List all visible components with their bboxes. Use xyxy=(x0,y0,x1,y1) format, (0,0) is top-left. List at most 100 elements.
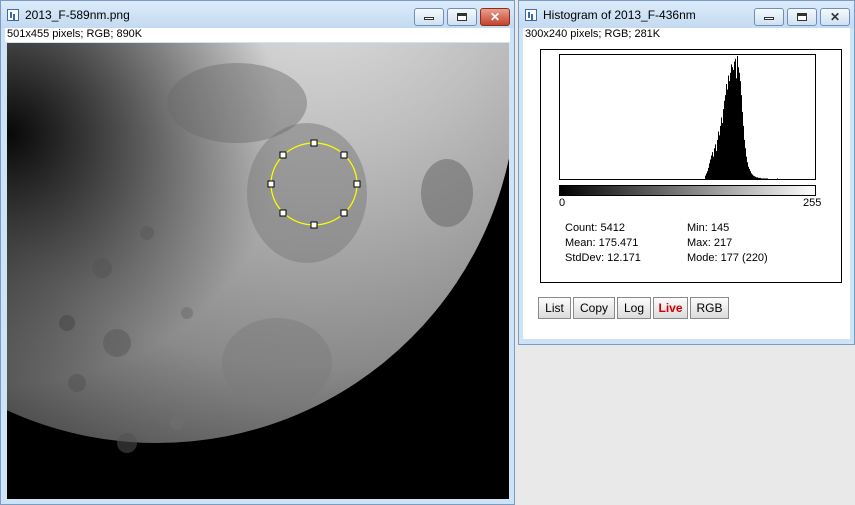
histogram-bar xyxy=(733,69,734,179)
stat-count: Count: 5412 xyxy=(565,222,625,234)
image-window-title: 2013_F-589nm.png xyxy=(25,8,130,22)
histogram-bar xyxy=(728,75,729,179)
histogram-bar xyxy=(764,178,765,179)
stat-mode: Mode: 177 (220) xyxy=(687,252,768,264)
histogram-bar xyxy=(741,95,742,179)
histogram-bar xyxy=(767,178,768,179)
histogram-bar xyxy=(712,152,713,179)
copy-button[interactable]: Copy xyxy=(573,297,615,319)
histogram-bar xyxy=(777,178,778,179)
histogram-bar xyxy=(747,162,748,179)
histogram-bar xyxy=(752,174,753,179)
histogram-bar xyxy=(743,125,744,179)
histogram-window-titlebar[interactable]: Histogram of 2013_F-436nm ✕ xyxy=(519,1,854,28)
histogram-bar xyxy=(714,148,715,179)
histogram-frame: 0 255 Count: 5412 Mean: 175.471 StdDev: … xyxy=(540,49,842,283)
minimize-button[interactable] xyxy=(754,8,784,26)
imagej-app-icon xyxy=(525,9,537,21)
maximize-button[interactable] xyxy=(447,8,477,26)
histogram-bar xyxy=(735,58,736,179)
histogram-bar xyxy=(748,166,749,179)
histogram-bar xyxy=(734,61,735,179)
close-button[interactable]: ✕ xyxy=(480,8,510,26)
histogram-bar xyxy=(729,81,730,179)
live-button[interactable]: Live xyxy=(653,297,688,319)
log-button[interactable]: Log xyxy=(617,297,651,319)
intensity-gradient-bar xyxy=(559,185,816,196)
histogram-bar xyxy=(762,178,763,179)
maximize-icon xyxy=(797,13,807,21)
minimize-button[interactable] xyxy=(414,8,444,26)
histogram-bar xyxy=(730,72,731,179)
image-canvas[interactable] xyxy=(7,43,509,499)
histogram-bar xyxy=(742,111,743,179)
histogram-bar xyxy=(755,176,756,179)
minimize-icon xyxy=(424,17,434,20)
histogram-plot-border xyxy=(559,54,816,180)
histogram-bar xyxy=(758,177,759,179)
rgb-button[interactable]: RGB xyxy=(690,297,729,319)
histogram-bar xyxy=(766,178,767,179)
histogram-bar xyxy=(756,177,757,179)
axis-max-label: 255 xyxy=(803,197,822,209)
minimize-icon xyxy=(764,17,774,20)
histogram-bar xyxy=(717,139,718,179)
histogram-bar xyxy=(713,156,714,179)
histogram-bar xyxy=(709,163,710,179)
histogram-bar xyxy=(723,109,724,179)
list-button[interactable]: List xyxy=(538,297,571,319)
histogram-bar xyxy=(719,135,720,179)
histogram-bar xyxy=(720,125,721,179)
histogram-bar xyxy=(726,83,727,179)
histogram-bar xyxy=(725,95,726,179)
histogram-bar xyxy=(724,100,725,179)
histogram-bar xyxy=(721,117,722,179)
histogram-bar xyxy=(757,177,758,179)
histogram-bar xyxy=(718,131,719,179)
histogram-bar xyxy=(746,156,747,179)
histogram-bar xyxy=(711,155,712,179)
histogram-bar xyxy=(754,176,755,179)
close-button[interactable]: ✕ xyxy=(820,8,850,26)
histogram-bar xyxy=(722,123,723,179)
stat-min: Min: 145 xyxy=(687,222,730,234)
histogram-bar xyxy=(761,178,762,179)
maximize-icon xyxy=(457,13,467,21)
histogram-bar xyxy=(749,168,750,179)
histogram-bar xyxy=(732,67,733,179)
histogram-window-title: Histogram of 2013_F-436nm xyxy=(543,8,696,22)
image-info-bar: 501x455 pixels; RGB; 890K xyxy=(5,28,510,42)
histogram-bar xyxy=(760,177,761,179)
histogram-bar xyxy=(727,89,728,179)
histogram-bar xyxy=(744,139,745,179)
histogram-bar xyxy=(750,171,751,179)
histogram-bar xyxy=(737,56,738,179)
histogram-bar xyxy=(715,144,716,179)
image-window-titlebar[interactable]: 2013_F-589nm.png ✕ xyxy=(1,1,514,28)
histogram-bar xyxy=(731,64,732,179)
histogram-bar xyxy=(706,173,707,179)
stat-stddev: StdDev: 12.171 xyxy=(565,252,641,264)
stat-max: Max: 217 xyxy=(687,237,733,249)
moon-image xyxy=(7,43,509,499)
histogram-bar xyxy=(763,178,764,179)
maximize-button[interactable] xyxy=(787,8,817,26)
stat-mean: Mean: 175.471 xyxy=(565,237,639,249)
axis-min-label: 0 xyxy=(559,197,566,209)
histogram-bar xyxy=(707,171,708,179)
histogram-bar xyxy=(753,175,754,179)
image-window: 2013_F-589nm.png ✕ 501x455 pixels; RGB; … xyxy=(0,0,515,505)
histogram-bar xyxy=(745,148,746,179)
histogram-bar xyxy=(710,159,711,179)
histogram-bar xyxy=(739,72,740,179)
histogram-bar xyxy=(705,175,706,179)
histogram-bar xyxy=(751,173,752,179)
imagej-app-icon xyxy=(7,9,19,21)
close-icon: ✕ xyxy=(489,10,501,24)
histogram-bar xyxy=(708,167,709,179)
histogram-window: Histogram of 2013_F-436nm ✕ 300x240 pixe… xyxy=(518,0,855,345)
histogram-bar xyxy=(759,177,760,179)
histogram-bar xyxy=(765,178,766,179)
histogram-bar xyxy=(738,67,739,179)
histogram-bar xyxy=(736,78,737,179)
